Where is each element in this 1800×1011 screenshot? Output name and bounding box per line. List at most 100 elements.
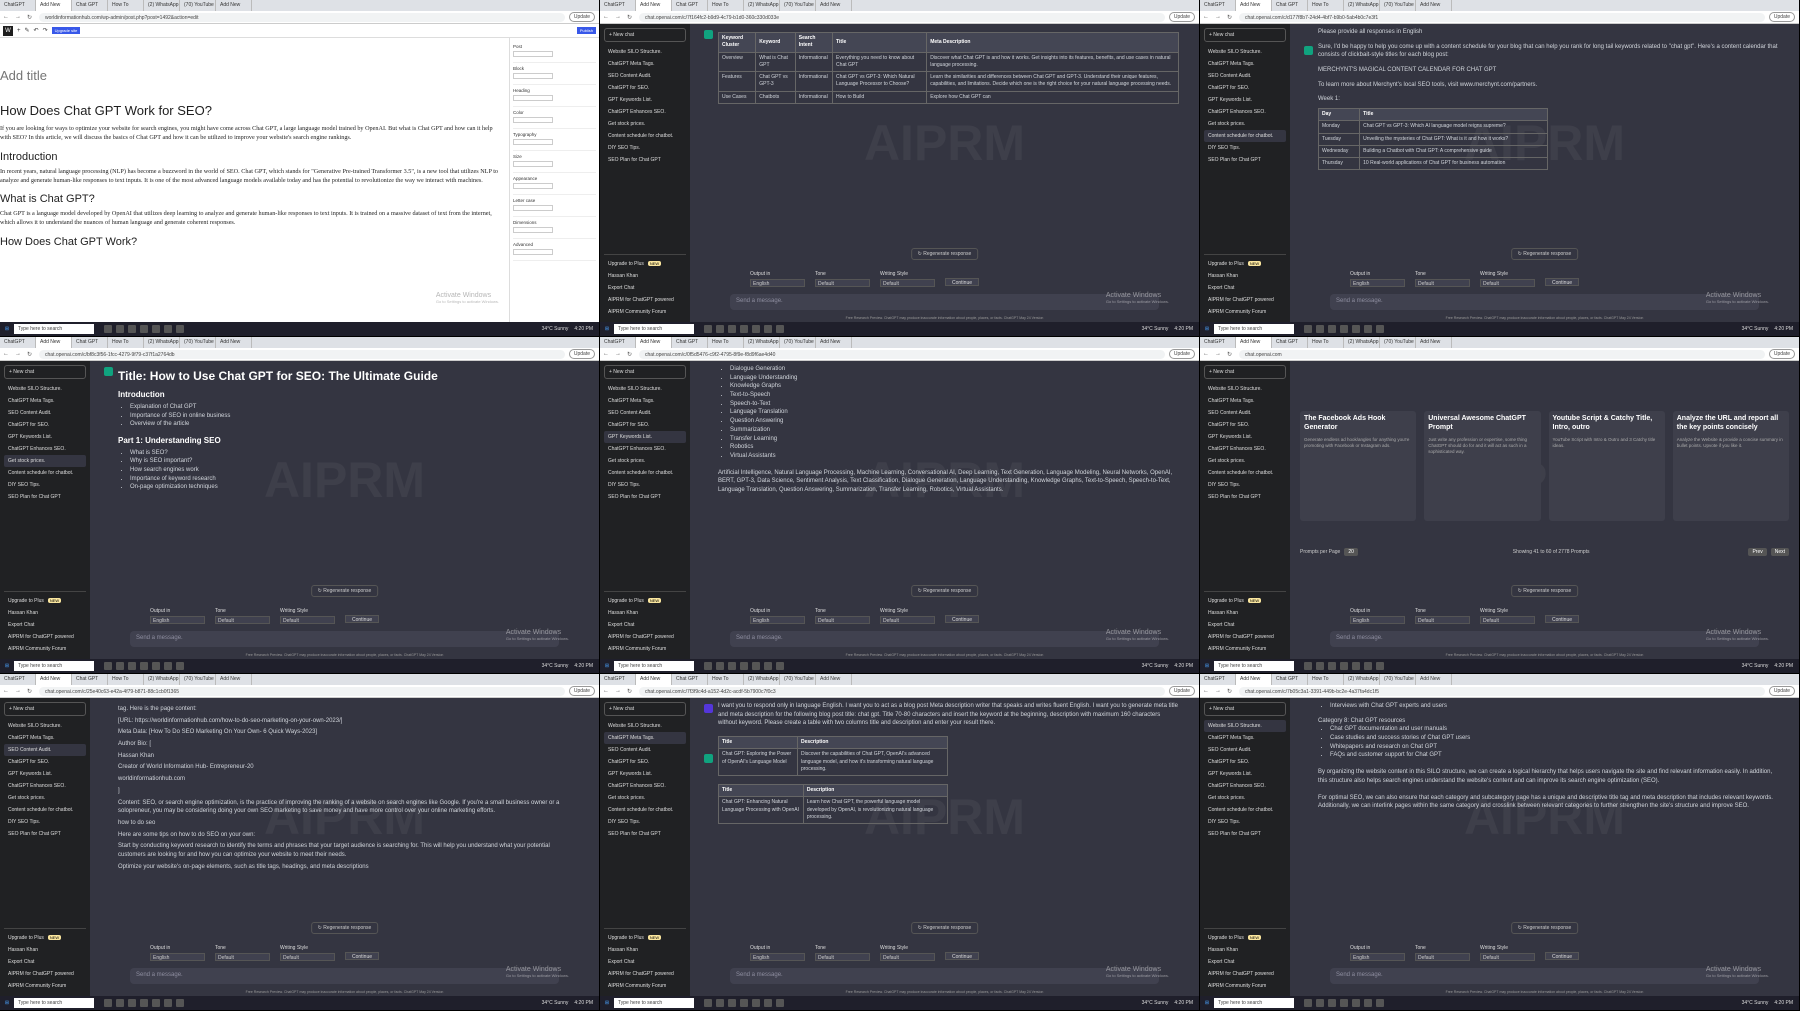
browser-tab[interactable]: (70) YouTube [780,337,816,348]
windows-start-icon[interactable]: ⊞ [0,663,14,669]
upgrade-plus-button[interactable]: Upgrade to Plus NEW [604,258,686,270]
taskbar-search-input[interactable]: Type here to search [1214,324,1294,334]
sidebar-chat-item[interactable]: Get stock prices. [1204,118,1286,130]
sidebar-chat-item[interactable]: ChatGPT Enhances SEO. [604,106,686,118]
app-icon[interactable] [704,325,712,333]
per-page-select[interactable]: 20 [1344,548,1358,556]
new-chat-button[interactable]: + New chat [604,28,686,42]
output-language-select[interactable]: English [750,953,805,961]
settings-control[interactable] [513,95,553,101]
forward-icon[interactable]: → [612,688,624,694]
new-chat-button[interactable]: + New chat [1204,702,1286,716]
settings-control[interactable] [513,139,553,145]
browser-update-button[interactable]: Update [568,12,595,22]
browser-tab[interactable]: Add New [816,337,852,348]
publish-button[interactable]: Publish [576,27,596,34]
browser-tab[interactable]: Add New [636,337,672,348]
taskbar-search-input[interactable]: Type here to search [14,661,94,671]
upgrade-plus-button[interactable]: Upgrade to Plus NEW [604,932,686,944]
aiprm-powered-link[interactable]: AIPRM for ChatGPT powered [1204,631,1286,643]
browser-tab[interactable]: (70) YouTube [1380,337,1416,348]
writing-style-select[interactable]: Default [880,953,935,961]
next-button[interactable]: Next [1770,548,1789,556]
sidebar-chat-item[interactable]: SEO Plan for Chat GPT [604,154,686,166]
sidebar-chat-item[interactable]: Website SILO Structure. [4,383,86,395]
export-chat-button[interactable]: Export Chat [604,956,686,968]
app-icon[interactable] [752,999,760,1007]
app-icon[interactable] [728,325,736,333]
browser-tab[interactable]: Add New [216,0,252,11]
regenerate-button[interactable]: ↻ Regenerate response [1510,922,1579,934]
reload-icon[interactable]: ↻ [1224,14,1235,21]
url-field[interactable]: chat.openai.com/c/7b05c3a1-3391-449b-bc2… [1239,686,1765,696]
browser-update-button[interactable]: Update [1768,686,1795,696]
app-icon[interactable] [1364,662,1372,670]
browser-tab[interactable]: How To [708,337,744,348]
browser-tab[interactable]: ChatGPT [0,674,36,685]
sidebar-chat-item[interactable]: ChatGPT Enhances SEO. [4,443,86,455]
url-field[interactable]: chat.openai.com/c/25e40c63-e42a-4f79-b87… [39,686,565,696]
app-icon[interactable] [764,999,772,1007]
reload-icon[interactable]: ↻ [624,351,635,358]
settings-row[interactable]: Block [513,63,596,85]
writing-style-select[interactable]: Default [280,616,335,624]
forward-icon[interactable]: → [12,14,24,20]
aiprm-forum-link[interactable]: AIPRM Community Forum [1204,643,1286,655]
aiprm-powered-link[interactable]: AIPRM for ChatGPT powered [604,631,686,643]
browser-tab[interactable]: Chat GPT [72,674,108,685]
sidebar-chat-item[interactable]: GPT Keywords List. [1204,431,1286,443]
back-icon[interactable]: ← [0,14,12,20]
browser-tab[interactable]: (70) YouTube [180,0,216,11]
sidebar-chat-item[interactable]: Get stock prices. [604,455,686,467]
settings-control[interactable] [513,183,553,189]
browser-tab[interactable]: Add New [1236,0,1272,11]
post-title-input[interactable]: Add title [0,68,503,83]
wordpress-logo-icon[interactable]: W [3,25,13,36]
sidebar-chat-item[interactable]: Get stock prices. [1204,455,1286,467]
writing-style-select[interactable]: Default [1480,616,1535,624]
message-input[interactable]: Send a message. [730,968,1159,984]
continue-button[interactable]: Continue [1545,278,1580,286]
app-icon[interactable] [152,999,160,1007]
message-input[interactable]: Send a message. [1330,294,1759,310]
sidebar-chat-item[interactable]: ChatGPT Enhances SEO. [1204,780,1286,792]
browser-tab[interactable]: How To [708,674,744,685]
app-icon[interactable] [164,325,172,333]
sidebar-chat-item[interactable]: ChatGPT Meta Tags. [4,732,86,744]
url-field[interactable]: chat.openai.com/c/bf8c3f56-1fcc-4279-9f7… [39,349,565,359]
app-icon[interactable] [1352,325,1360,333]
browser-tab[interactable]: (2) WhatsApp [1344,337,1380,348]
settings-control[interactable] [513,73,553,79]
export-chat-button[interactable]: Export Chat [604,619,686,631]
writing-style-select[interactable]: Default [880,616,935,624]
sidebar-chat-item[interactable]: DIY SEO Tips. [604,816,686,828]
browser-tab[interactable]: ChatGPT [600,337,636,348]
tone-select[interactable]: Default [1415,616,1470,624]
sidebar-chat-item[interactable]: Content schedule for chatbot. [1204,130,1286,142]
browser-update-button[interactable]: Update [1168,686,1195,696]
sidebar-chat-item[interactable]: SEO Content Audit. [1204,70,1286,82]
browser-tab[interactable]: How To [108,337,144,348]
app-icon[interactable] [1316,999,1324,1007]
app-icon[interactable] [152,325,160,333]
sidebar-chat-item[interactable]: DIY SEO Tips. [1204,479,1286,491]
app-icon[interactable] [1376,999,1384,1007]
app-icon[interactable] [1316,325,1324,333]
reload-icon[interactable]: ↻ [24,14,35,21]
taskbar-search-input[interactable]: Type here to search [14,324,94,334]
sidebar-chat-item[interactable]: ChatGPT Meta Tags. [4,395,86,407]
app-icon[interactable] [752,662,760,670]
output-language-select[interactable]: English [1350,279,1405,287]
app-icon[interactable] [716,325,724,333]
post-paragraph[interactable]: If you are looking for ways to optimize … [0,124,503,143]
browser-tab[interactable]: How To [108,0,144,11]
browser-tab[interactable]: Add New [1236,337,1272,348]
app-icon[interactable] [704,662,712,670]
browser-tab[interactable]: Add New [1416,337,1452,348]
app-icon[interactable] [116,325,124,333]
user-menu[interactable]: Hassan Khan [1204,270,1286,282]
browser-tab[interactable]: Add New [216,674,252,685]
browser-tab[interactable]: ChatGPT [600,674,636,685]
export-chat-button[interactable]: Export Chat [1204,282,1286,294]
export-chat-button[interactable]: Export Chat [1204,619,1286,631]
